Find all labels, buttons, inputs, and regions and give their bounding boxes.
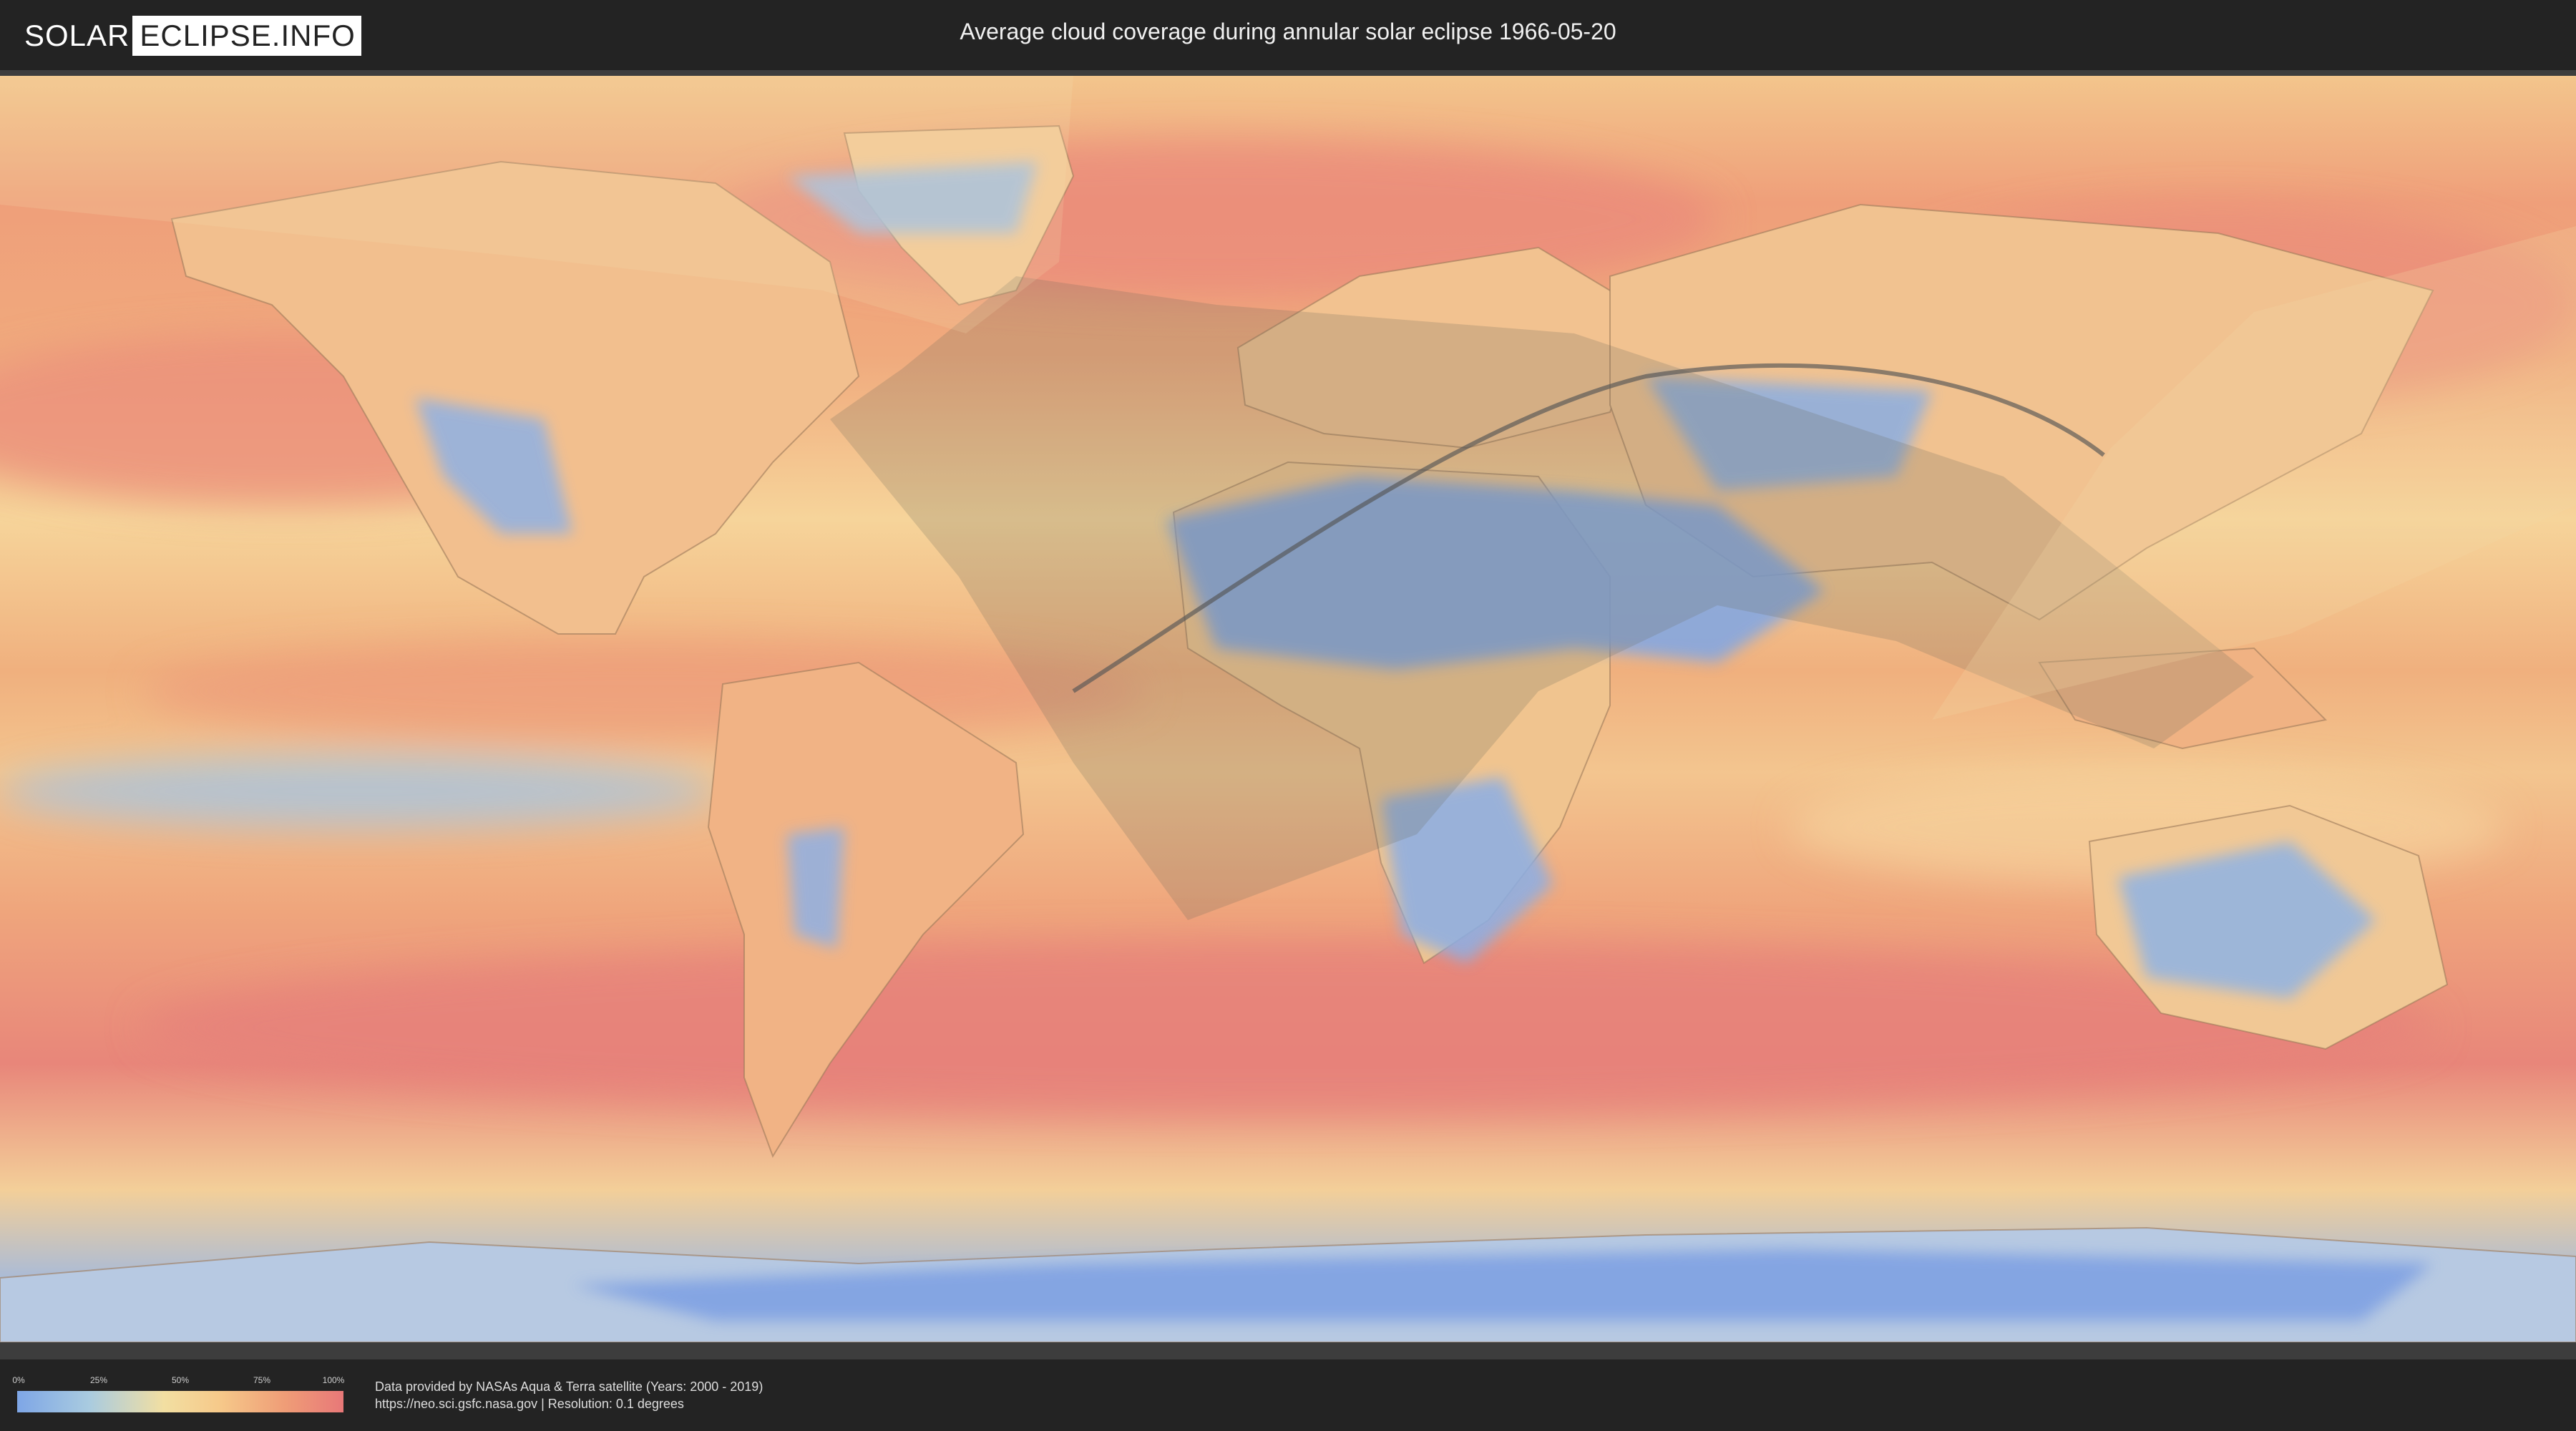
legend-tick-50: 50%: [171, 1375, 190, 1385]
data-credits: Data provided by NASAs Aqua & Terra sate…: [375, 1378, 763, 1412]
header-bar: SOLAR ECLIPSE.INFO Average cloud coverag…: [0, 0, 2576, 70]
cloud-coverage-map[interactable]: [0, 76, 2576, 1342]
cloud-coverage-legend: 0% 25% 50% 75% 100%: [12, 1375, 345, 1414]
credit-source: Data provided by NASAs Aqua & Terra sate…: [375, 1379, 763, 1394]
legend-color-bar: [17, 1391, 343, 1412]
credit-link[interactable]: https://neo.sci.gsfc.nasa.gov | Resoluti…: [375, 1395, 763, 1412]
legend-tick-100: 100%: [322, 1375, 345, 1385]
page-title: Average cloud coverage during annular so…: [960, 19, 1616, 44]
legend-tick-0: 0%: [12, 1375, 25, 1385]
legend-tick-75: 75%: [253, 1375, 271, 1385]
legend-tick-25: 25%: [89, 1375, 108, 1385]
